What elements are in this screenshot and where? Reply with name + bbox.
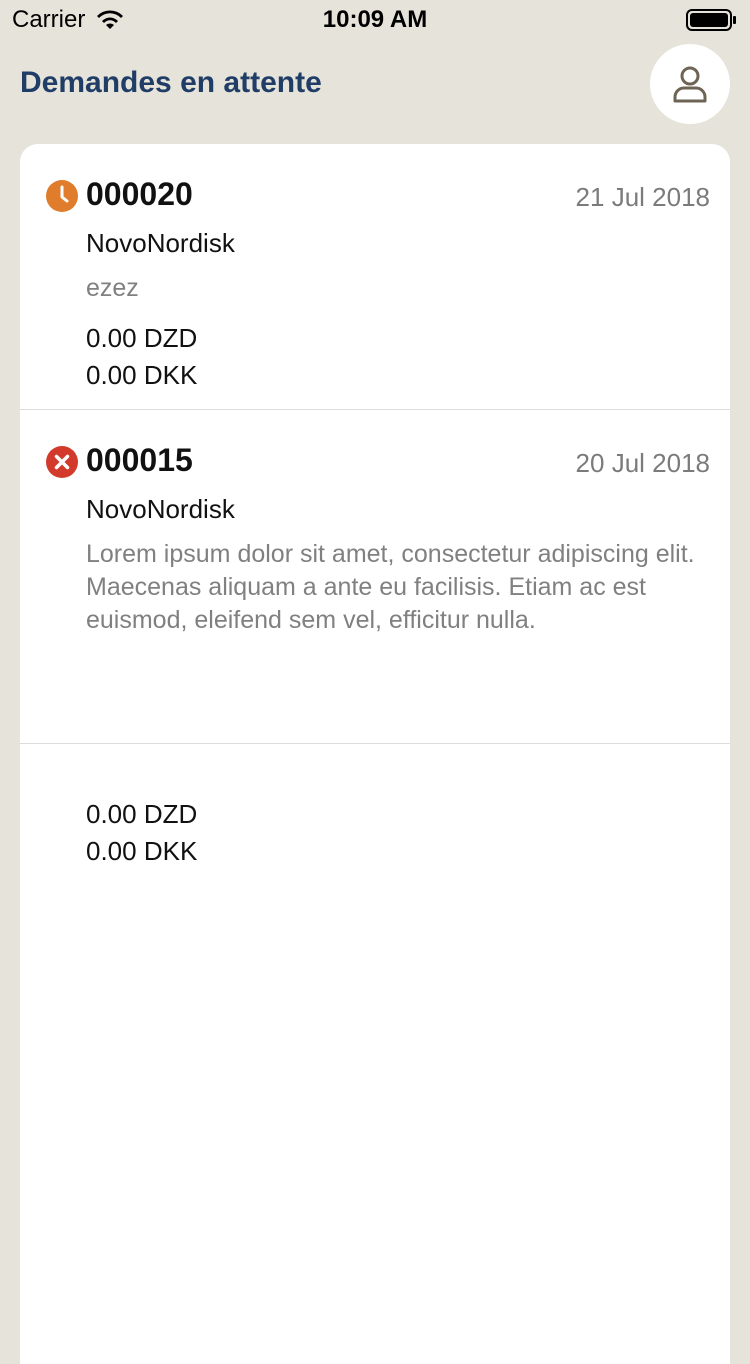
list-item[interactable]: 000015 20 Jul 2018 NovoNordisk Lorem ips… (20, 410, 730, 866)
request-amounts: 0.00 DZD 0.00 DKK (86, 320, 197, 394)
request-amounts: 0.00 DZD 0.00 DKK (86, 796, 197, 870)
amount-dzd: 0.00 DZD (86, 323, 198, 353)
profile-button[interactable] (650, 44, 730, 124)
list-item[interactable]: 000020 21 Jul 2018 NovoNordisk ezez 0.00… (20, 144, 730, 410)
battery-icon (686, 9, 736, 31)
request-id: 000020 (86, 176, 193, 212)
amount-dkk: 0.00 DKK (86, 360, 198, 390)
request-description: Lorem ipsum dolor sit amet, consectetur … (86, 540, 695, 634)
request-id: 000015 (86, 442, 193, 478)
requests-list: 000020 21 Jul 2018 NovoNordisk ezez 0.00… (20, 144, 730, 1364)
user-icon (673, 66, 707, 103)
close-circle-icon (46, 446, 78, 478)
request-company: NovoNordisk (86, 228, 235, 258)
amount-dzd: 0.00 DZD (86, 799, 198, 829)
amount-dkk: 0.00 DKK (86, 836, 198, 866)
request-date: 21 Jul 2018 (575, 182, 710, 212)
request-company: NovoNordisk (86, 494, 235, 524)
request-description: ezez (86, 274, 139, 302)
status-bar: Carrier 10:09 AM (0, 0, 750, 40)
page-title: Demandes en attente (20, 66, 322, 99)
status-time: 10:09 AM (322, 6, 428, 33)
clock-icon (46, 180, 78, 212)
request-date: 20 Jul 2018 (575, 448, 710, 478)
